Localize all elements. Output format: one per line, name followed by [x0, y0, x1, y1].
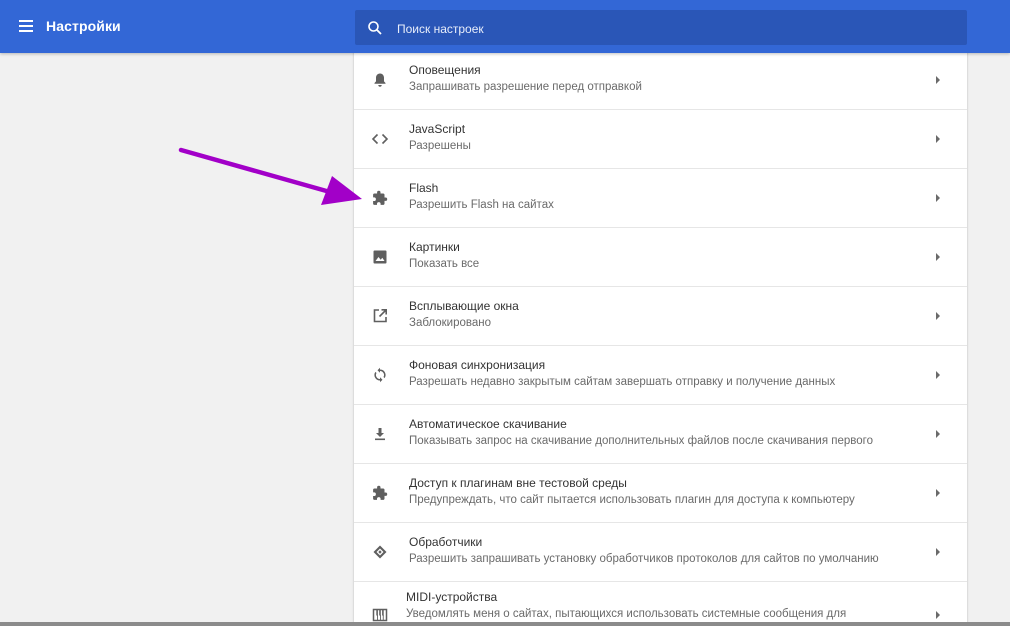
setting-title: Всплывающие окна	[409, 299, 519, 313]
download-icon	[375, 428, 385, 441]
chevron-right-icon	[936, 253, 940, 261]
puzzle-icon	[373, 485, 388, 500]
page-title: Настройки	[46, 18, 121, 34]
setting-subtitle: Показать все	[409, 258, 480, 270]
sync-icon	[374, 367, 386, 383]
open-in-new-icon	[373, 309, 387, 323]
search-icon	[368, 21, 382, 35]
site-settings-list: Оповещения Запрашивать разрешение перед …	[354, 51, 967, 626]
chevron-right-icon	[936, 135, 940, 143]
search-box[interactable]	[355, 10, 967, 47]
setting-row-unsandboxed-plugins[interactable]: Доступ к плагинам вне тестовой среды Пре…	[354, 464, 967, 523]
chevron-right-icon	[936, 430, 940, 438]
setting-title: Фоновая синхронизация	[409, 358, 546, 372]
image-icon	[373, 250, 387, 264]
chevron-right-icon	[936, 611, 940, 619]
setting-row-handlers[interactable]: Обработчики Разрешить запрашивать устано…	[354, 523, 967, 582]
chevron-right-icon	[936, 489, 940, 497]
setting-row-automatic-downloads[interactable]: Автоматическое скачивание Показывать зап…	[354, 405, 967, 464]
setting-row-background-sync[interactable]: Фоновая синхронизация Разрешать недавно …	[354, 346, 967, 405]
chevron-right-icon	[936, 76, 940, 84]
setting-title: Автоматическое скачивание	[409, 417, 567, 431]
setting-subtitle: Уведомлять меня о сайтах, пытающихся исп…	[406, 608, 847, 620]
setting-title: Доступ к плагинам вне тестовой среды	[409, 476, 627, 490]
setting-subtitle: Запрашивать разрешение перед отправкой	[409, 81, 642, 93]
code-icon	[371, 133, 389, 145]
setting-subtitle: Разрешить запрашивать установку обработч…	[409, 553, 879, 565]
setting-subtitle: Заблокировано	[409, 317, 492, 329]
search-input[interactable]	[395, 10, 959, 47]
window-bottom-border	[0, 622, 1010, 626]
setting-row-images[interactable]: Картинки Показать все	[354, 228, 967, 287]
setting-subtitle: Разрешить Flash на сайтах	[409, 199, 554, 211]
setting-title: Обработчики	[409, 535, 483, 549]
setting-subtitle: Показывать запрос на скачивание дополнит…	[409, 435, 874, 447]
setting-subtitle: Разрешать недавно закрытым сайтам заверш…	[409, 376, 836, 388]
setting-subtitle: Разрешены	[409, 140, 471, 152]
chevron-right-icon	[936, 371, 940, 379]
setting-row-flash[interactable]: Flash Разрешить Flash на сайтах	[354, 169, 967, 228]
hamburger-menu-icon[interactable]	[16, 16, 36, 36]
setting-title: Картинки	[409, 240, 460, 254]
setting-row-midi-devices[interactable]: MIDI-устройства Уведомлять меня о сайтах…	[354, 582, 967, 626]
setting-title: Оповещения	[409, 63, 481, 77]
puzzle-icon	[373, 190, 388, 205]
bell-icon	[374, 73, 386, 87]
handler-icon	[373, 545, 387, 559]
chevron-right-icon	[936, 548, 940, 556]
setting-row-notifications[interactable]: Оповещения Запрашивать разрешение перед …	[354, 51, 967, 110]
setting-title: Flash	[409, 181, 439, 195]
setting-subtitle: Предупреждать, что сайт пытается использ…	[409, 494, 855, 506]
setting-row-javascript[interactable]: JavaScript Разрешены	[354, 110, 967, 169]
chevron-right-icon	[936, 312, 940, 320]
setting-row-popups[interactable]: Всплывающие окна Заблокировано	[354, 287, 967, 346]
setting-title: MIDI-устройства	[406, 590, 498, 604]
setting-title: JavaScript	[409, 122, 466, 136]
chevron-right-icon	[936, 194, 940, 202]
top-bar: Настройки	[0, 0, 1010, 53]
